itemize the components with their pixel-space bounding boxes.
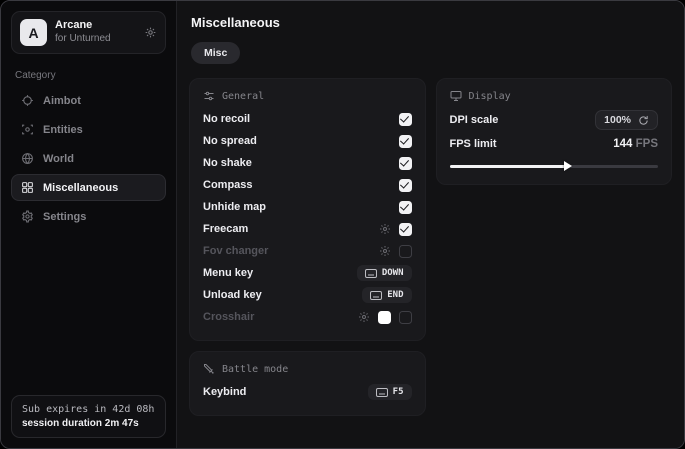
panel-battle-mode: Battle mode Keybind F5 <box>189 351 426 416</box>
grid-icon <box>21 181 34 194</box>
sidebar-item-world[interactable]: World <box>11 145 166 172</box>
tab-misc[interactable]: Misc <box>191 42 240 64</box>
keyboard-icon <box>370 291 382 300</box>
battle-keybind-button[interactable]: F5 <box>368 384 412 400</box>
gear-icon <box>21 210 34 223</box>
keyboard-icon <box>365 269 377 278</box>
panel-general-title: General <box>222 91 264 102</box>
slider-fill <box>450 165 569 168</box>
page-title: Miscellaneous <box>191 15 672 30</box>
crosshair-checkbox[interactable] <box>399 311 412 324</box>
dpi-scale-control[interactable]: 100% <box>595 110 658 130</box>
menu-key-button[interactable]: DOWN <box>357 265 412 281</box>
row-menu-key: Menu key DOWN <box>203 262 412 284</box>
sidebar-item-entities[interactable]: Entities <box>11 116 166 143</box>
no-recoil-checkbox[interactable] <box>399 113 412 126</box>
panel-general: General No recoil No spread <box>189 78 426 341</box>
sidebar-item-miscellaneous[interactable]: Miscellaneous <box>11 174 166 201</box>
row-unhide-map: Unhide map <box>203 196 412 218</box>
panel-display: Display DPI scale 100% <box>436 78 673 185</box>
freecam-checkbox[interactable] <box>399 223 412 236</box>
no-spread-checkbox[interactable] <box>399 135 412 148</box>
sub-expiry-text: Sub expires in 42d 08h <box>22 404 155 415</box>
entities-icon <box>21 123 34 136</box>
sidebar-nav: Aimbot Entities World <box>11 87 166 230</box>
row-no-spread: No spread <box>203 130 412 152</box>
row-fov-changer: Fov changer <box>203 240 412 262</box>
keyboard-icon <box>376 388 388 397</box>
subscription-info-card: Sub expires in 42d 08h session duration … <box>11 395 166 438</box>
app-subtitle: for Unturned <box>55 33 136 46</box>
sliders-icon <box>203 90 215 102</box>
app-name: Arcane <box>55 19 136 33</box>
sidebar-item-label: Miscellaneous <box>43 182 118 194</box>
sidebar: A Arcane for Unturned Category <box>1 1 177 448</box>
row-compass: Compass <box>203 174 412 196</box>
unhide-map-checkbox[interactable] <box>399 201 412 214</box>
sidebar-item-label: Settings <box>43 211 86 223</box>
freecam-settings-gear-icon[interactable] <box>379 223 391 235</box>
row-fps-limit: FPS limit 144 FPS <box>450 132 659 156</box>
no-shake-checkbox[interactable] <box>399 157 412 170</box>
crosshair-color-swatch[interactable] <box>378 311 391 324</box>
slider-thumb[interactable] <box>564 161 572 171</box>
row-freecam: Freecam <box>203 218 412 240</box>
crosshair-icon <box>21 94 34 107</box>
fps-limit-slider[interactable] <box>450 160 659 172</box>
sidebar-item-label: Entities <box>43 124 83 136</box>
sidebar-item-settings[interactable]: Settings <box>11 203 166 230</box>
row-unload-key: Unload key END <box>203 284 412 306</box>
dpi-scale-value: 100% <box>604 114 631 126</box>
sidebar-item-label: Aimbot <box>43 95 81 107</box>
globe-icon <box>21 152 34 165</box>
sword-icon <box>203 363 215 375</box>
app-header-card: A Arcane for Unturned <box>11 11 166 54</box>
unload-key-button[interactable]: END <box>362 287 411 303</box>
fov-changer-checkbox[interactable] <box>399 245 412 258</box>
row-no-shake: No shake <box>203 152 412 174</box>
compass-checkbox[interactable] <box>399 179 412 192</box>
crosshair-settings-gear-icon[interactable] <box>358 311 370 323</box>
tab-bar: Misc <box>191 42 672 64</box>
fps-limit-value: 144 FPS <box>613 138 658 150</box>
row-no-recoil: No recoil <box>203 108 412 130</box>
reset-icon[interactable] <box>638 115 649 126</box>
fov-settings-gear-icon[interactable] <box>379 245 391 257</box>
sidebar-item-label: World <box>43 153 74 165</box>
row-crosshair: Crosshair <box>203 306 412 328</box>
main-content: Miscellaneous Misc General <box>177 1 684 448</box>
panel-battle-mode-title: Battle mode <box>222 364 288 375</box>
panel-display-title: Display <box>469 91 511 102</box>
app-window: A Arcane for Unturned Category <box>0 0 685 449</box>
monitor-icon <box>450 90 462 102</box>
row-dpi-scale: DPI scale 100% <box>450 108 659 132</box>
row-battle-keybind: Keybind F5 <box>203 381 412 403</box>
app-avatar: A <box>20 19 47 46</box>
session-duration-text: session duration 2m 47s <box>22 418 155 429</box>
sidebar-item-aimbot[interactable]: Aimbot <box>11 87 166 114</box>
sync-icon[interactable] <box>144 26 157 39</box>
category-label: Category <box>15 70 162 81</box>
